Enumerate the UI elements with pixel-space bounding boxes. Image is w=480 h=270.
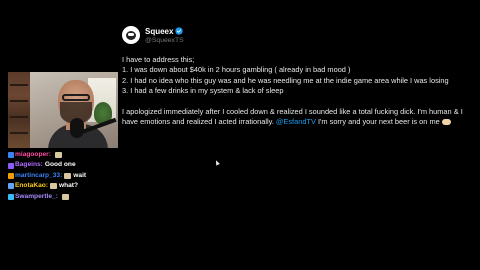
chat-overlay: miagooper : Bageins : Good one martincar…	[8, 150, 128, 202]
tweet-point: 2. I had no idea who this guy was and he…	[122, 75, 449, 85]
chat-message: Swampertle_ :	[8, 192, 128, 202]
chat-message: Bageins : Good one	[8, 160, 128, 170]
chat-message: EnotaKao : what?	[8, 181, 128, 191]
chat-message: martincarp_33 : wait	[8, 171, 128, 181]
chat-username[interactable]: Swampertle_	[15, 192, 56, 202]
profile-avatar[interactable]	[122, 26, 140, 44]
tweet-body: I have to address this; 1. I was down ab…	[122, 55, 472, 128]
emote-icon	[61, 193, 69, 200]
chat-username[interactable]: miagooper	[15, 150, 49, 160]
streamer-glasses	[62, 94, 90, 101]
chat-username[interactable]: martincarp_33	[15, 171, 60, 181]
chat-text: what?	[58, 182, 79, 190]
chat-text: wait	[73, 171, 87, 179]
chat-username[interactable]: EnotaKao	[15, 181, 46, 191]
mouse-cursor-icon	[214, 159, 220, 166]
chat-badge-icon	[8, 162, 14, 169]
tweet-point: 1. I was down about $40k in 2 hours gamb…	[122, 65, 351, 75]
chat-badge-icon	[8, 183, 14, 190]
tweet-intro: I have to address this;	[122, 55, 195, 64]
chat-badge-icon	[8, 173, 14, 180]
tweet-card: Squeex @SqueexTS I have to address this;…	[122, 22, 472, 128]
author-handle[interactable]: @SqueexTS	[145, 37, 184, 44]
tweet-header: Squeex @SqueexTS	[122, 22, 472, 48]
microphone	[70, 118, 84, 138]
streamer-webcam	[8, 72, 118, 148]
mention-link[interactable]: @EsfandTV	[276, 117, 316, 126]
tweet-apology: I apologized immediately after I cooled …	[122, 107, 472, 128]
emote-icon	[54, 152, 62, 159]
chat-username[interactable]: Bageins	[15, 160, 41, 170]
apology-text-end: I'm sorry and your next beer is on me	[315, 117, 440, 127]
chat-text: Good one	[44, 161, 76, 169]
author-display-name[interactable]: Squeex	[145, 27, 173, 36]
chat-message: miagooper :	[8, 150, 128, 160]
bookshelf	[8, 72, 30, 148]
emote-icon	[64, 173, 72, 180]
tweet-point: 3. I had a few drinks in my system & lac…	[122, 86, 284, 96]
verified-badge-icon	[175, 27, 184, 35]
emote-icon	[49, 183, 57, 190]
chat-badge-icon	[8, 152, 14, 159]
tweet-author: Squeex @SqueexTS	[145, 27, 184, 44]
handshake-emoji-icon	[441, 119, 451, 126]
chat-badge-icon	[8, 193, 14, 200]
